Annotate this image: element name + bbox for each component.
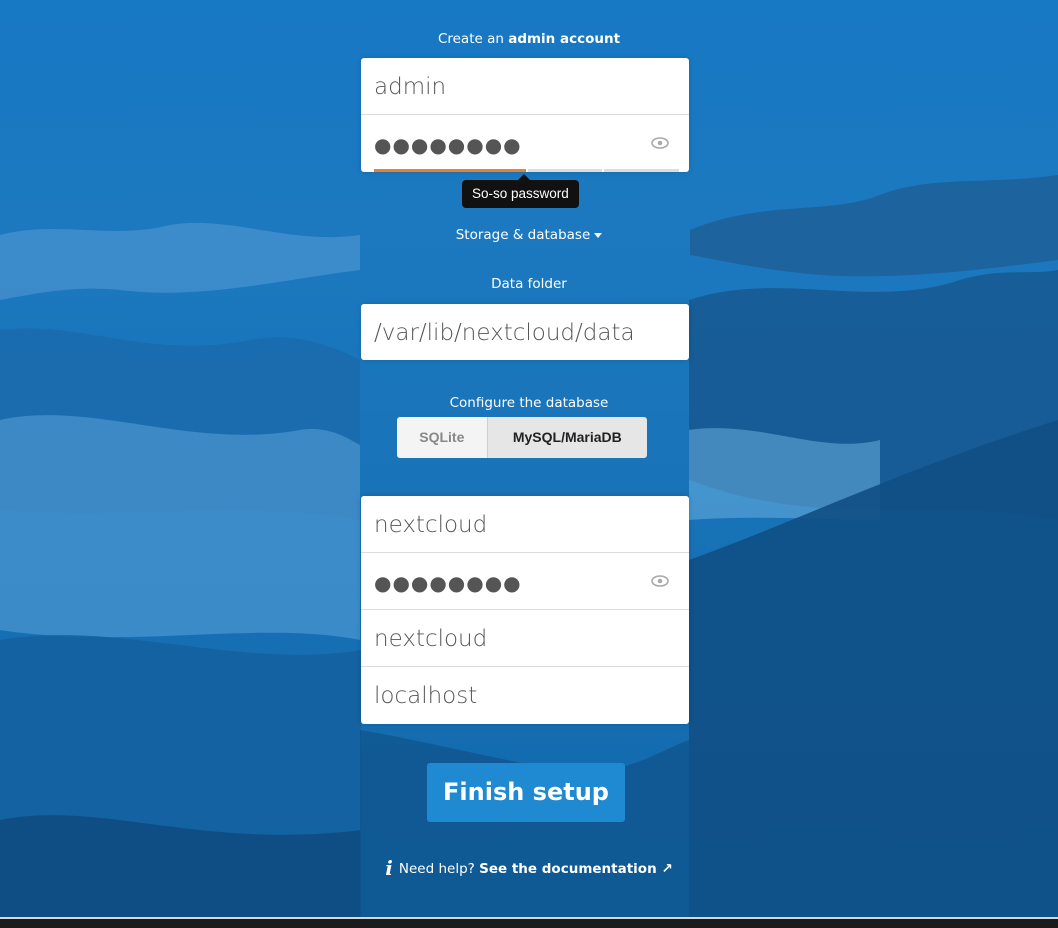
admin-account-heading: Create an admin account <box>437 31 621 47</box>
storage-database-label: Storage & database <box>455 227 591 243</box>
admin-username-field[interactable]: admin <box>361 58 689 115</box>
db-user-value: nextcloud <box>374 512 488 538</box>
data-folder-label: Data folder <box>491 276 567 292</box>
database-fields: nextcloud ●●●●●●●● nextcloud localhost <box>361 496 689 724</box>
info-icon: i <box>385 856 393 880</box>
show-password-icon[interactable] <box>651 137 669 149</box>
database-option-sqlite[interactable]: SQLite <box>397 417 487 458</box>
admin-password-value: ●●●●●●●● <box>374 133 522 157</box>
finish-setup-button[interactable]: Finish setup <box>427 763 625 822</box>
show-db-password-icon[interactable] <box>651 575 669 587</box>
admin-username-value: admin <box>374 74 447 100</box>
admin-password-field[interactable]: ●●●●●●●● <box>361 115 689 172</box>
data-folder-group: /var/lib/nextcloud/data <box>361 304 689 360</box>
documentation-link[interactable]: See the documentation ↗ <box>479 861 673 877</box>
help-prefix: Need help? <box>398 861 480 877</box>
caret-down-icon <box>594 232 603 238</box>
db-user-field[interactable]: nextcloud <box>361 496 689 553</box>
admin-fields: admin ●●●●●●●● <box>361 58 689 172</box>
db-host-value: localhost <box>374 683 478 709</box>
db-name-value: nextcloud <box>374 626 488 652</box>
help-line: i Need help? See the documentation ↗ <box>0 856 1058 880</box>
database-option-mysql[interactable]: MySQL/MariaDB <box>486 417 647 458</box>
db-host-field[interactable]: localhost <box>361 667 689 724</box>
database-type-switch: SQLite MySQL/MariaDB <box>397 417 647 458</box>
data-folder-input[interactable]: /var/lib/nextcloud/data <box>361 304 689 360</box>
db-password-value: ●●●●●●●● <box>374 571 522 595</box>
db-name-field[interactable]: nextcloud <box>361 610 689 667</box>
db-password-field[interactable]: ●●●●●●●● <box>361 553 689 610</box>
data-folder-value: /var/lib/nextcloud/data <box>374 320 635 346</box>
storage-database-toggle[interactable]: Storage & database <box>0 227 1058 243</box>
bottom-bar <box>0 917 1058 928</box>
password-strength-meter <box>374 169 679 172</box>
password-strength-tooltip: So-so password <box>462 174 579 208</box>
configure-database-label: Configure the database <box>449 395 609 411</box>
